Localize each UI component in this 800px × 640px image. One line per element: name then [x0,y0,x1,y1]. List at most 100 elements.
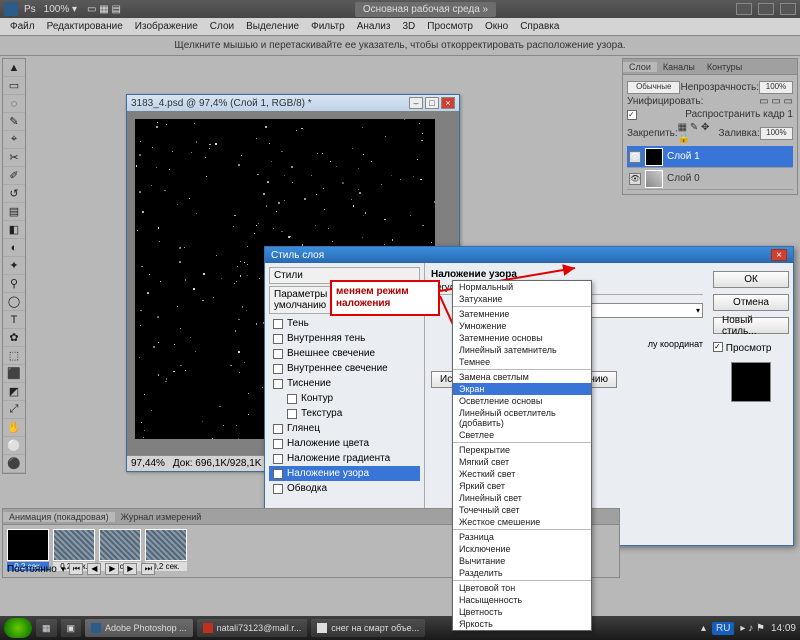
first-frame-button[interactable]: ⏮ [69,563,83,575]
clock[interactable]: 14:09 [771,623,796,634]
menu-Фильтр[interactable]: Фильтр [305,21,351,32]
dropdown-option[interactable]: Цветность [453,606,591,618]
tool-13[interactable]: ◯ [3,293,25,311]
style-checkbox[interactable] [273,319,283,329]
style-item[interactable]: Тиснение [269,376,420,391]
dialog-titlebar[interactable]: Стиль слоя × [265,247,793,263]
menu-Слои[interactable]: Слои [204,21,240,32]
panel-tab-Каналы[interactable]: Каналы [657,62,701,72]
tool-4[interactable]: ⌖ [3,131,25,149]
tool-22[interactable]: ⚫ [3,455,25,473]
dropdown-option[interactable]: Цветовой тон [453,582,591,594]
style-item[interactable]: Тень [269,316,420,331]
loop-select[interactable]: Постоянно [7,564,57,575]
dropdown-option[interactable]: Яркость [453,618,591,630]
maximize-button[interactable] [758,3,774,15]
style-item[interactable]: Глянец [269,421,420,436]
style-item[interactable]: Наложение узора [269,466,420,481]
propagate-checkbox[interactable] [627,110,637,120]
tool-21[interactable]: ⚪ [3,437,25,455]
snap-origin-label[interactable]: лу координат [648,339,703,349]
dropdown-option[interactable]: Перекрытие [453,444,591,456]
tray-up-icon[interactable]: ▴ [701,623,706,634]
tool-5[interactable]: ✂ [3,149,25,167]
taskbar-item[interactable]: Adobe Photoshop ... [85,619,193,637]
visibility-icon[interactable]: 👁 [629,173,641,185]
dropdown-option[interactable]: Вычитание [453,555,591,567]
menu-Файл[interactable]: Файл [4,21,41,32]
dropdown-option[interactable]: Затухание [453,293,591,305]
style-checkbox[interactable] [273,439,283,449]
tool-2[interactable]: ◌ [3,95,25,113]
prev-frame-button[interactable]: ◀ [87,563,101,575]
start-button[interactable] [4,618,32,638]
doc-minimize-button[interactable]: – [409,97,423,109]
style-checkbox[interactable] [273,379,283,389]
dropdown-option[interactable]: Исключение [453,543,591,555]
close-button[interactable] [780,3,796,15]
style-checkbox[interactable] [273,484,283,494]
dropdown-option[interactable]: Мягкий свет [453,456,591,468]
style-item[interactable]: Наложение цвета [269,436,420,451]
dropdown-option[interactable]: Затемнение основы [453,332,591,344]
layer-thumbnail[interactable] [645,170,663,188]
blend-mode-dropdown-list[interactable]: НормальныйЗатуханиеЗатемнениеУмножениеЗа… [452,280,592,631]
document-titlebar[interactable]: 3183_4.psd @ 97,4% (Слой 1, RGB/8) * – □… [127,95,459,111]
tool-11[interactable]: ✦ [3,257,25,275]
style-item[interactable]: Обводка [269,481,420,496]
dropdown-option[interactable]: Нормальный [453,281,591,293]
style-item[interactable]: Наложение градиента [269,451,420,466]
dropdown-option[interactable]: Замена светлым [453,371,591,383]
dropdown-option[interactable]: Линейный затемнитель [453,344,591,356]
pinned-explorer-icon[interactable]: ▦ [36,619,57,637]
tool-20[interactable]: ✋ [3,419,25,437]
dropdown-option[interactable]: Линейный свет [453,492,591,504]
status-docsize[interactable]: Док: 696,1K/928,1K [173,458,262,469]
dropdown-option[interactable]: Линейный осветлитель (добавить) [453,407,591,429]
opacity-input[interactable]: 100% [759,81,793,94]
menu-3D[interactable]: 3D [396,21,421,32]
last-frame-button[interactable]: ⏭ [141,563,155,575]
preview-checkbox[interactable] [713,342,723,352]
taskbar-item[interactable]: natali73123@mail.r... [197,619,308,637]
tool-16[interactable]: ⬚ [3,347,25,365]
tool-10[interactable]: ◐ [3,239,25,257]
menu-Выделение[interactable]: Выделение [240,21,305,32]
layer-row[interactable]: 👁Слой 0 [627,168,793,190]
doc-close-button[interactable]: × [441,97,455,109]
view-tools[interactable]: ▭ ▦ ▤ [87,4,121,15]
tool-17[interactable]: ⬛ [3,365,25,383]
style-item[interactable]: Контур [269,391,420,406]
panel-tab-Слои[interactable]: Слои [623,62,657,72]
style-item[interactable]: Внутреннее свечение [269,361,420,376]
status-zoom[interactable]: 97,44% [131,458,165,469]
panel-tab-Контуры[interactable]: Контуры [701,62,748,72]
dropdown-option[interactable]: Насыщенность [453,594,591,606]
dropdown-option[interactable]: Разница [453,531,591,543]
tool-19[interactable]: ⤢ [3,401,25,419]
tool-9[interactable]: ◧ [3,221,25,239]
dialog-close-button[interactable]: × [771,249,787,261]
dropdown-option[interactable]: Точечный свет [453,504,591,516]
visibility-icon[interactable]: 👁 [629,151,641,163]
dropdown-option[interactable]: Жесткий свет [453,468,591,480]
minimize-button[interactable] [736,3,752,15]
zoom-dropdown[interactable]: 100% ▾ [44,4,77,15]
style-checkbox[interactable] [287,409,297,419]
tool-8[interactable]: ▤ [3,203,25,221]
layer-thumbnail[interactable] [645,148,663,166]
dropdown-option[interactable]: Яркий свет [453,480,591,492]
style-checkbox[interactable] [273,469,283,479]
style-checkbox[interactable] [287,394,297,404]
play-button[interactable]: ▶ [105,563,119,575]
menu-Анализ[interactable]: Анализ [351,21,397,32]
tool-3[interactable]: ✎ [3,113,25,131]
unify-icons[interactable]: ▭ ▭ ▭ [759,96,793,107]
style-item[interactable]: Внешнее свечение [269,346,420,361]
new-style-button[interactable]: Новый стиль... [713,317,789,334]
dropdown-option[interactable]: Экран [453,383,591,395]
menu-Справка[interactable]: Справка [514,21,565,32]
taskbar-item[interactable]: снег на смарт объе... [311,619,425,637]
cancel-button[interactable]: Отмена [713,294,789,311]
tool-7[interactable]: ↺ [3,185,25,203]
